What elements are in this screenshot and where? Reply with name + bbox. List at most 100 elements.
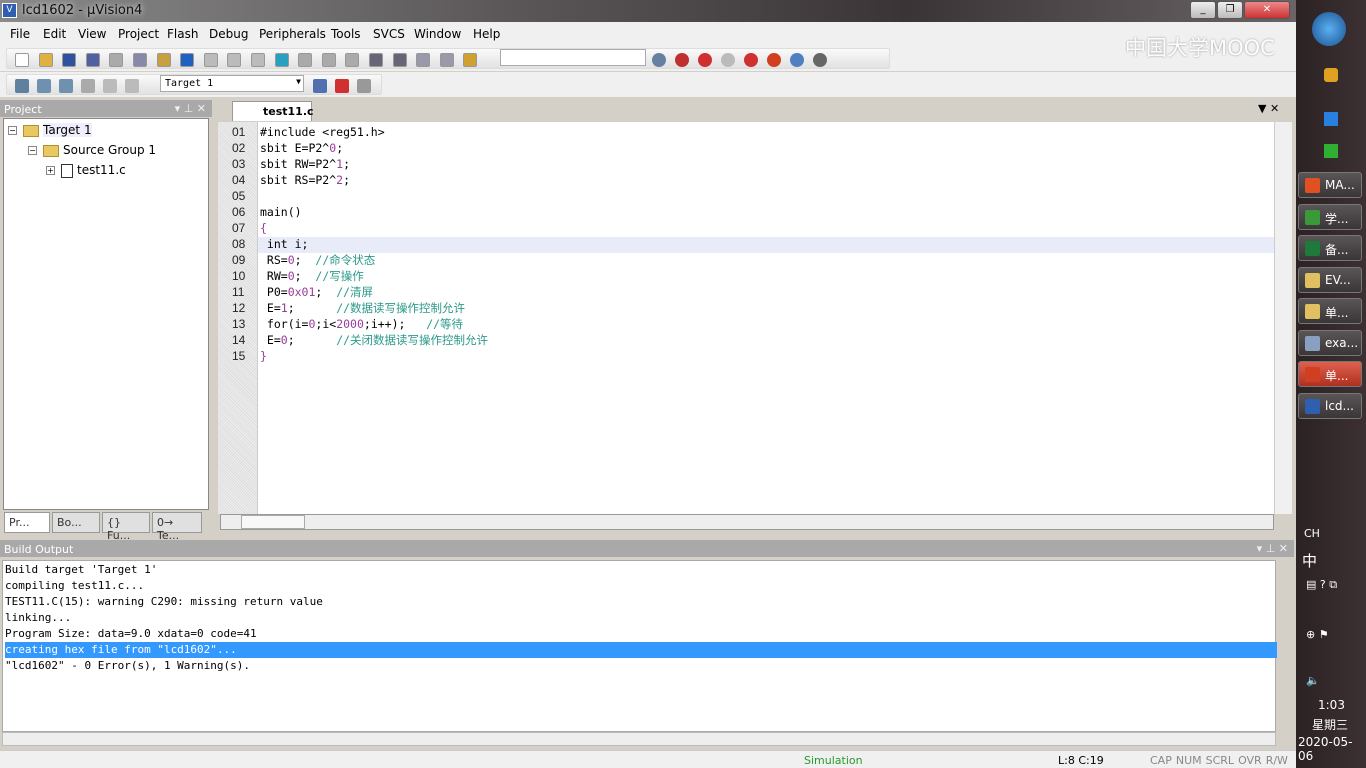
scroll-thumb[interactable]: [241, 515, 305, 529]
editor-controls[interactable]: ▼ ✕: [1258, 102, 1279, 115]
target-select[interactable]: Target 1 ▼: [160, 75, 304, 92]
project-tab[interactable]: Pr...: [4, 512, 50, 533]
toolbar-icon[interactable]: [813, 53, 827, 67]
build-output-line[interactable]: linking...: [5, 610, 1277, 626]
toolbar-icon[interactable]: [81, 79, 95, 93]
menu-tools[interactable]: Tools: [331, 27, 361, 41]
quicklaunch-icon[interactable]: [1324, 112, 1338, 126]
collapse-icon[interactable]: −: [8, 126, 17, 135]
expand-icon[interactable]: +: [46, 166, 55, 175]
toolbar-icon[interactable]: [416, 53, 431, 67]
menu-peripherals[interactable]: Peripherals: [259, 27, 326, 41]
toolbar-icon[interactable]: [37, 79, 51, 93]
ime-indicator[interactable]: 中: [1302, 550, 1317, 571]
menu-file[interactable]: File: [10, 27, 30, 41]
toolbar-icon[interactable]: [227, 53, 242, 67]
project-tab[interactable]: 0→ Te...: [152, 512, 202, 542]
toolbar-icon[interactable]: [652, 53, 666, 67]
panel-controls[interactable]: ▾ ⊥ ✕: [175, 102, 206, 115]
toolbar-icon[interactable]: [274, 53, 289, 67]
toolbar-icon[interactable]: [125, 79, 139, 93]
toolbar-icon[interactable]: [15, 79, 29, 93]
toolbar-icon[interactable]: [180, 53, 195, 67]
build-output-line[interactable]: TEST11.C(15): warning C290: missing retu…: [5, 594, 1277, 610]
minimize-button[interactable]: _: [1190, 1, 1216, 19]
menu-help[interactable]: Help: [473, 27, 500, 41]
build-horizontal-scrollbar[interactable]: [2, 732, 1276, 746]
toolbar-icon[interactable]: [203, 53, 218, 67]
tab-test11-c[interactable]: test11.c: [232, 101, 314, 121]
toolbar-icon[interactable]: [463, 53, 478, 67]
taskbar-item[interactable]: 单...: [1298, 361, 1362, 387]
close-button[interactable]: ✕: [1244, 1, 1290, 19]
panel-controls[interactable]: ▾ ⊥ ✕: [1257, 542, 1288, 555]
toolbar-icon[interactable]: [156, 53, 171, 67]
taskbar-item[interactable]: lcd...: [1298, 392, 1362, 419]
build-output-line[interactable]: Build target 'Target 1': [5, 562, 1277, 578]
toolbar-icon[interactable]: [345, 53, 360, 67]
menu-view[interactable]: View: [78, 27, 106, 41]
build-output-line[interactable]: "lcd1602" - 0 Error(s), 1 Warning(s).: [5, 658, 1277, 674]
clock-time[interactable]: 1:03: [1318, 698, 1345, 712]
toolbar-icon[interactable]: [698, 53, 712, 67]
taskbar-item[interactable]: EV...: [1298, 266, 1362, 293]
toolbar-icon[interactable]: [133, 53, 147, 67]
volume-icon[interactable]: 🔈: [1306, 674, 1320, 687]
build-output-line[interactable]: compiling test11.c...: [5, 578, 1277, 594]
toolbar-icon[interactable]: [721, 53, 735, 67]
network-icon[interactable]: ⊕ ⚑: [1306, 628, 1329, 641]
toolbar-icon[interactable]: [744, 53, 758, 67]
taskbar-item[interactable]: exa...: [1298, 329, 1362, 356]
editor-vertical-scrollbar[interactable]: [1274, 122, 1292, 514]
taskbar-item[interactable]: 备...: [1298, 235, 1362, 261]
toolbar-icon[interactable]: [85, 53, 100, 67]
toolbar-icon[interactable]: [790, 53, 804, 67]
start-button[interactable]: [1312, 12, 1346, 46]
quicklaunch-icon[interactable]: [1324, 68, 1338, 82]
toolbar-icon[interactable]: [15, 53, 29, 67]
taskbar-item[interactable]: 学...: [1298, 203, 1362, 230]
toolbar-icon[interactable]: [103, 79, 117, 93]
toolbar-icon[interactable]: [675, 53, 689, 67]
toolbar-icon[interactable]: [313, 79, 327, 93]
tree-item-group[interactable]: − Source Group 1: [28, 143, 156, 157]
toolbar-icon[interactable]: [59, 79, 73, 93]
menu-flash[interactable]: Flash: [167, 27, 198, 41]
project-tree: − Target 1 − Source Group 1 + test11.c: [3, 118, 209, 510]
toolbar-icon[interactable]: [357, 79, 371, 93]
toolbar-icon[interactable]: [439, 53, 454, 67]
tree-item-file[interactable]: + test11.c: [46, 163, 126, 178]
editor-horizontal-scrollbar[interactable]: [220, 514, 1274, 530]
menu-window[interactable]: Window: [414, 27, 461, 41]
toolbar-icon[interactable]: [335, 79, 349, 93]
build-output-line[interactable]: Program Size: data=9.0 xdata=0 code=41: [5, 626, 1277, 642]
language-indicator[interactable]: CH: [1304, 527, 1320, 540]
toolbar-icon[interactable]: [321, 53, 336, 67]
toolbar-icon[interactable]: [298, 53, 313, 67]
tree-item-target[interactable]: − Target 1: [8, 123, 92, 137]
build-output-line[interactable]: creating hex file from "lcd1602"...: [5, 642, 1277, 658]
toolbar-icon[interactable]: [109, 53, 124, 67]
build-output-text[interactable]: Build target 'Target 1' compiling test11.…: [2, 560, 1277, 732]
menu-edit[interactable]: Edit: [43, 27, 66, 41]
menu-debug[interactable]: Debug: [209, 27, 248, 41]
taskbar-item[interactable]: MA...: [1298, 172, 1362, 198]
menu-svcs[interactable]: SVCS: [373, 27, 405, 41]
tray-icons[interactable]: ▤ ? ⧉: [1306, 578, 1337, 592]
collapse-icon[interactable]: −: [28, 146, 37, 155]
clock-date[interactable]: 2020-05-06: [1298, 735, 1366, 763]
find-select[interactable]: [500, 49, 646, 66]
taskbar-item[interactable]: 单...: [1298, 298, 1362, 324]
toolbar-icon[interactable]: [38, 53, 53, 67]
toolbar-icon[interactable]: [392, 53, 407, 67]
menu-project[interactable]: Project: [118, 27, 159, 41]
toolbar-icon[interactable]: [251, 53, 265, 67]
quicklaunch-icon[interactable]: [1324, 144, 1338, 158]
project-tab[interactable]: {} Fu...: [102, 512, 150, 542]
clock-weekday[interactable]: 星期三: [1312, 716, 1348, 733]
maximize-button[interactable]: ❐: [1217, 1, 1243, 19]
project-tab[interactable]: Bo...: [52, 512, 100, 533]
toolbar-icon[interactable]: [62, 53, 77, 67]
toolbar-icon[interactable]: [369, 53, 383, 67]
toolbar-icon[interactable]: [767, 53, 781, 67]
